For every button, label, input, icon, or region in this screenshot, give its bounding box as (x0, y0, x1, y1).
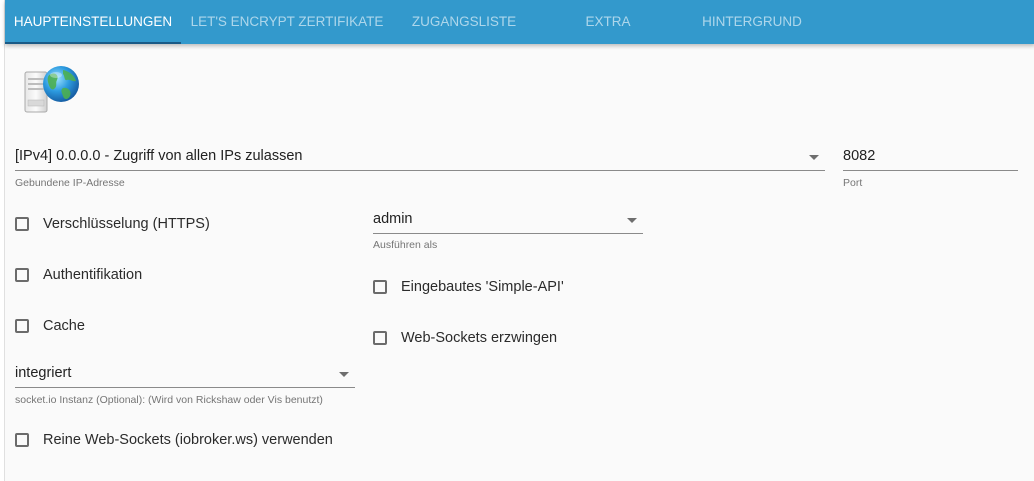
run-as-value: admin (373, 211, 413, 227)
https-checkbox[interactable]: Verschlüsselung (HTTPS) (15, 215, 315, 235)
tab-haupteinstellungen[interactable]: Haupteinstellungen (5, 0, 181, 44)
checkbox-box[interactable] (15, 433, 29, 447)
force-websockets-checkbox[interactable]: Web-Sockets erzwingen (373, 329, 673, 349)
tab-bar: Haupteinstellungen Let's Encrypt Zertifi… (5, 0, 1034, 44)
tab-extra[interactable]: Extra (535, 0, 681, 44)
ip-address-value: [IPv4] 0.0.0.0 - Zugriff von allen IPs z… (15, 148, 303, 164)
ip-address-helper: Gebundene IP-Adresse (15, 177, 125, 189)
socketio-instance-underline (15, 387, 355, 388)
port-value: 8082 (843, 148, 876, 164)
socketio-instance-select[interactable]: integriert socket.io Instanz (Optional):… (15, 365, 355, 409)
tab-label: Haupteinstellungen (13, 14, 173, 29)
pure-websockets-label: Reine Web-Sockets (iobroker.ws) verwende… (43, 432, 333, 448)
https-label: Verschlüsselung (HTTPS) (43, 216, 210, 232)
web-server-globe-icon (23, 62, 83, 116)
run-as-select[interactable]: admin Ausführen als (373, 211, 643, 255)
auth-checkbox[interactable]: Authentifikation (15, 266, 315, 286)
auth-label: Authentifikation (43, 267, 143, 283)
checkbox-box[interactable] (15, 268, 29, 282)
checkbox-box[interactable] (373, 280, 387, 294)
chevron-down-icon (627, 218, 637, 223)
tab-label: Zugangsliste (411, 14, 517, 29)
tab-active-indicator (5, 42, 181, 44)
tab-zugangsliste[interactable]: Zugangsliste (393, 0, 535, 44)
tab-label: Hintergrund (702, 14, 802, 29)
port-underline (843, 170, 1018, 171)
run-as-underline (373, 233, 643, 234)
settings-panel: Haupteinstellungen Let's Encrypt Zertifi… (4, 0, 1034, 481)
simple-api-checkbox[interactable]: Eingebautes 'Simple-API' (373, 278, 673, 298)
checkbox-box[interactable] (15, 319, 29, 333)
simple-api-label: Eingebautes 'Simple-API' (401, 279, 564, 295)
socketio-instance-value: integriert (15, 365, 72, 381)
ip-address-underline (15, 170, 825, 171)
tab-label: Extra (585, 14, 631, 29)
force-websockets-label: Web-Sockets erzwingen (401, 330, 558, 346)
tab-lets-encrypt[interactable]: Let's Encrypt Zertifikate (181, 0, 393, 44)
checkbox-box[interactable] (15, 217, 29, 231)
chevron-down-icon (809, 155, 819, 160)
pure-websockets-checkbox[interactable]: Reine Web-Sockets (iobroker.ws) verwende… (15, 431, 415, 451)
tab-label: Let's Encrypt Zertifikate (190, 14, 384, 29)
cache-label: Cache (43, 318, 85, 334)
ip-address-select[interactable]: [IPv4] 0.0.0.0 - Zugriff von allen IPs z… (15, 148, 825, 192)
port-input[interactable]: 8082 Port (843, 148, 1018, 192)
socketio-instance-helper: socket.io Instanz (Optional): (Wird von … (15, 394, 323, 406)
run-as-helper: Ausführen als (373, 239, 438, 251)
port-helper: Port (843, 177, 863, 189)
cache-checkbox[interactable]: Cache (15, 317, 315, 337)
chevron-down-icon (339, 372, 349, 377)
tab-hintergrund[interactable]: Hintergrund (681, 0, 823, 44)
checkbox-box[interactable] (373, 331, 387, 345)
